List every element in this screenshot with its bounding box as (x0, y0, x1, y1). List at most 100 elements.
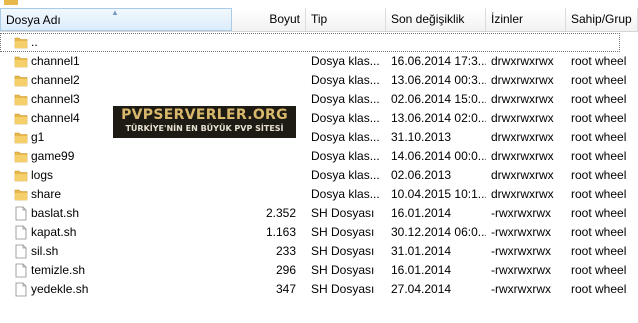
file-size (232, 52, 296, 71)
file-row[interactable]: channel4 Dosya klas... 13.06.2014 02:0... d… (0, 109, 638, 128)
file-modified: 10.04.2015 10:1... (391, 187, 486, 201)
file-name-cell[interactable]: game99 (0, 147, 232, 166)
folder-icon (14, 73, 28, 88)
file-row[interactable]: baslat.sh 2.352 SH Dosyası 16.01.2014 -rwxrw… (0, 204, 638, 223)
file-permissions: -rwxrwxrwx (491, 225, 551, 239)
file-row[interactable]: kapat.sh 1.163 SH Dosyası 30.12.2014 06:0..… (0, 223, 638, 242)
file-icon (14, 206, 28, 221)
file-modified: 27.04.2014 (391, 282, 452, 296)
file-owner: root wheel (571, 111, 627, 125)
file-type: Dosya klas... (311, 187, 380, 201)
file-size: 2.352 (265, 206, 296, 220)
file-permissions: drwxrwxrwx (491, 73, 554, 87)
file-type: Dosya klas... (311, 149, 380, 163)
file-size: 1.163 (265, 225, 296, 239)
file-name-cell[interactable]: yedekle.sh (0, 280, 232, 299)
file-type: SH Dosyası (311, 263, 375, 277)
file-name: g1 (31, 130, 45, 144)
file-name: temizle.sh (31, 263, 86, 277)
file-owner (571, 33, 638, 52)
file-name-cell[interactable]: share (0, 185, 232, 204)
file-name: channel2 (31, 73, 80, 87)
column-header-type[interactable]: Tip (306, 8, 386, 31)
column-header-name-label: Dosya Adı (6, 13, 61, 27)
file-icon (14, 225, 28, 240)
file-row[interactable]: temizle.sh 296 SH Dosyası 16.01.2014 -rwxrwx… (0, 261, 638, 280)
file-name-cell[interactable]: logs (0, 166, 232, 185)
file-name-cell[interactable]: baslat.sh (0, 204, 232, 223)
file-modified: 31.01.2014 (391, 244, 452, 258)
file-name-cell[interactable]: channel2 (0, 71, 232, 90)
watermark-subtitle: TÜRKİYE'NİN EN BÜYÜK PVP SİTESİ (125, 124, 284, 133)
file-modified: 31.10.2013 (391, 130, 452, 144)
file-icon (14, 282, 28, 297)
file-modified: 16.06.2014 17:3... (391, 54, 486, 68)
file-modified: 30.12.2014 06:0... (391, 225, 486, 239)
file-owner: root wheel (571, 73, 627, 87)
file-name: channel3 (31, 92, 80, 106)
file-name-cell[interactable]: channel1 (0, 52, 232, 71)
file-owner: root wheel (571, 206, 627, 220)
file-permissions (491, 33, 566, 52)
file-size (232, 71, 296, 90)
file-permissions: drwxrwxrwx (491, 54, 554, 68)
file-name: sil.sh (31, 244, 59, 258)
file-row[interactable]: channel2 Dosya klas... 13.06.2014 00:3... d… (0, 71, 638, 90)
file-name: game99 (31, 149, 75, 163)
file-permissions: drwxrwxrwx (491, 187, 554, 201)
file-type: Dosya klas... (311, 168, 380, 182)
file-type: SH Dosyası (311, 206, 375, 220)
file-row[interactable]: .. (0, 33, 638, 52)
file-type: Dosya klas... (311, 92, 380, 106)
file-name: baslat.sh (31, 206, 80, 220)
file-modified: 02.06.2013 (391, 168, 452, 182)
file-size (232, 166, 296, 185)
column-header-date[interactable]: Son değişiklik (386, 8, 486, 31)
file-name: .. (31, 35, 38, 49)
file-modified (391, 33, 486, 52)
file-name: share (31, 187, 62, 201)
file-row[interactable]: channel1 Dosya klas... 16.06.2014 17:3... d… (0, 52, 638, 71)
file-modified: 14.06.2014 00:0... (391, 149, 486, 163)
folder-icon (14, 149, 28, 164)
file-row[interactable]: logs Dosya klas... 02.06.2013 drwxrwxrwx roo… (0, 166, 638, 185)
file-type: SH Dosyası (311, 244, 375, 258)
file-permissions: -rwxrwxrwx (491, 263, 551, 277)
sort-ascending-icon: ▲ (111, 8, 119, 17)
file-permissions: drwxrwxrwx (491, 149, 554, 163)
file-row[interactable]: game99 Dosya klas... 14.06.2014 00:0... drw… (0, 147, 638, 166)
file-row[interactable]: yedekle.sh 347 SH Dosyası 27.04.2014 -rwxrwx… (0, 280, 638, 299)
file-size: 233 (275, 244, 296, 258)
file-owner: root wheel (571, 187, 627, 201)
file-name-cell[interactable]: sil.sh (0, 242, 232, 261)
file-type: SH Dosyası (311, 225, 375, 239)
column-header-size[interactable]: Boyut (232, 8, 306, 31)
file-modified: 16.01.2014 (391, 206, 452, 220)
watermark-banner: PVPSERVERLER.ORG TÜRKİYE'NİN EN BÜYÜK PV… (113, 106, 296, 138)
file-type: Dosya klas... (311, 73, 380, 87)
file-permissions: -rwxrwxrwx (491, 206, 551, 220)
column-header-name[interactable]: ▲ Dosya Adı (0, 8, 232, 31)
file-permissions: -rwxrwxrwx (491, 244, 551, 258)
file-modified: 13.06.2014 02:0... (391, 111, 486, 125)
file-permissions: drwxrwxrwx (491, 130, 554, 144)
column-header-owner[interactable]: Sahip/Grup (566, 8, 638, 31)
folder-icon (14, 35, 28, 50)
file-owner: root wheel (571, 92, 627, 106)
file-size: 347 (275, 282, 296, 296)
file-name: channel1 (31, 54, 80, 68)
file-size (232, 33, 296, 52)
file-modified: 16.01.2014 (391, 263, 452, 277)
folder-icon (14, 130, 28, 145)
file-row[interactable]: sil.sh 233 SH Dosyası 31.01.2014 -rwxrwxrwx r… (0, 242, 638, 261)
file-row[interactable]: share Dosya klas... 10.04.2015 10:1... drwx… (0, 185, 638, 204)
file-name-cell[interactable]: temizle.sh (0, 261, 232, 280)
column-header-permissions[interactable]: İzinler (486, 8, 566, 31)
file-name-cell[interactable]: kapat.sh (0, 223, 232, 242)
file-type: Dosya klas... (311, 54, 380, 68)
file-modified: 13.06.2014 00:3... (391, 73, 486, 87)
file-row[interactable]: g1 Dosya klas... 31.10.2013 drwxrwxrwx root … (0, 128, 638, 147)
file-name: logs (31, 168, 54, 182)
file-permissions: drwxrwxrwx (491, 111, 554, 125)
file-row[interactable]: channel3 Dosya klas... 02.06.2014 15:0... d… (0, 90, 638, 109)
